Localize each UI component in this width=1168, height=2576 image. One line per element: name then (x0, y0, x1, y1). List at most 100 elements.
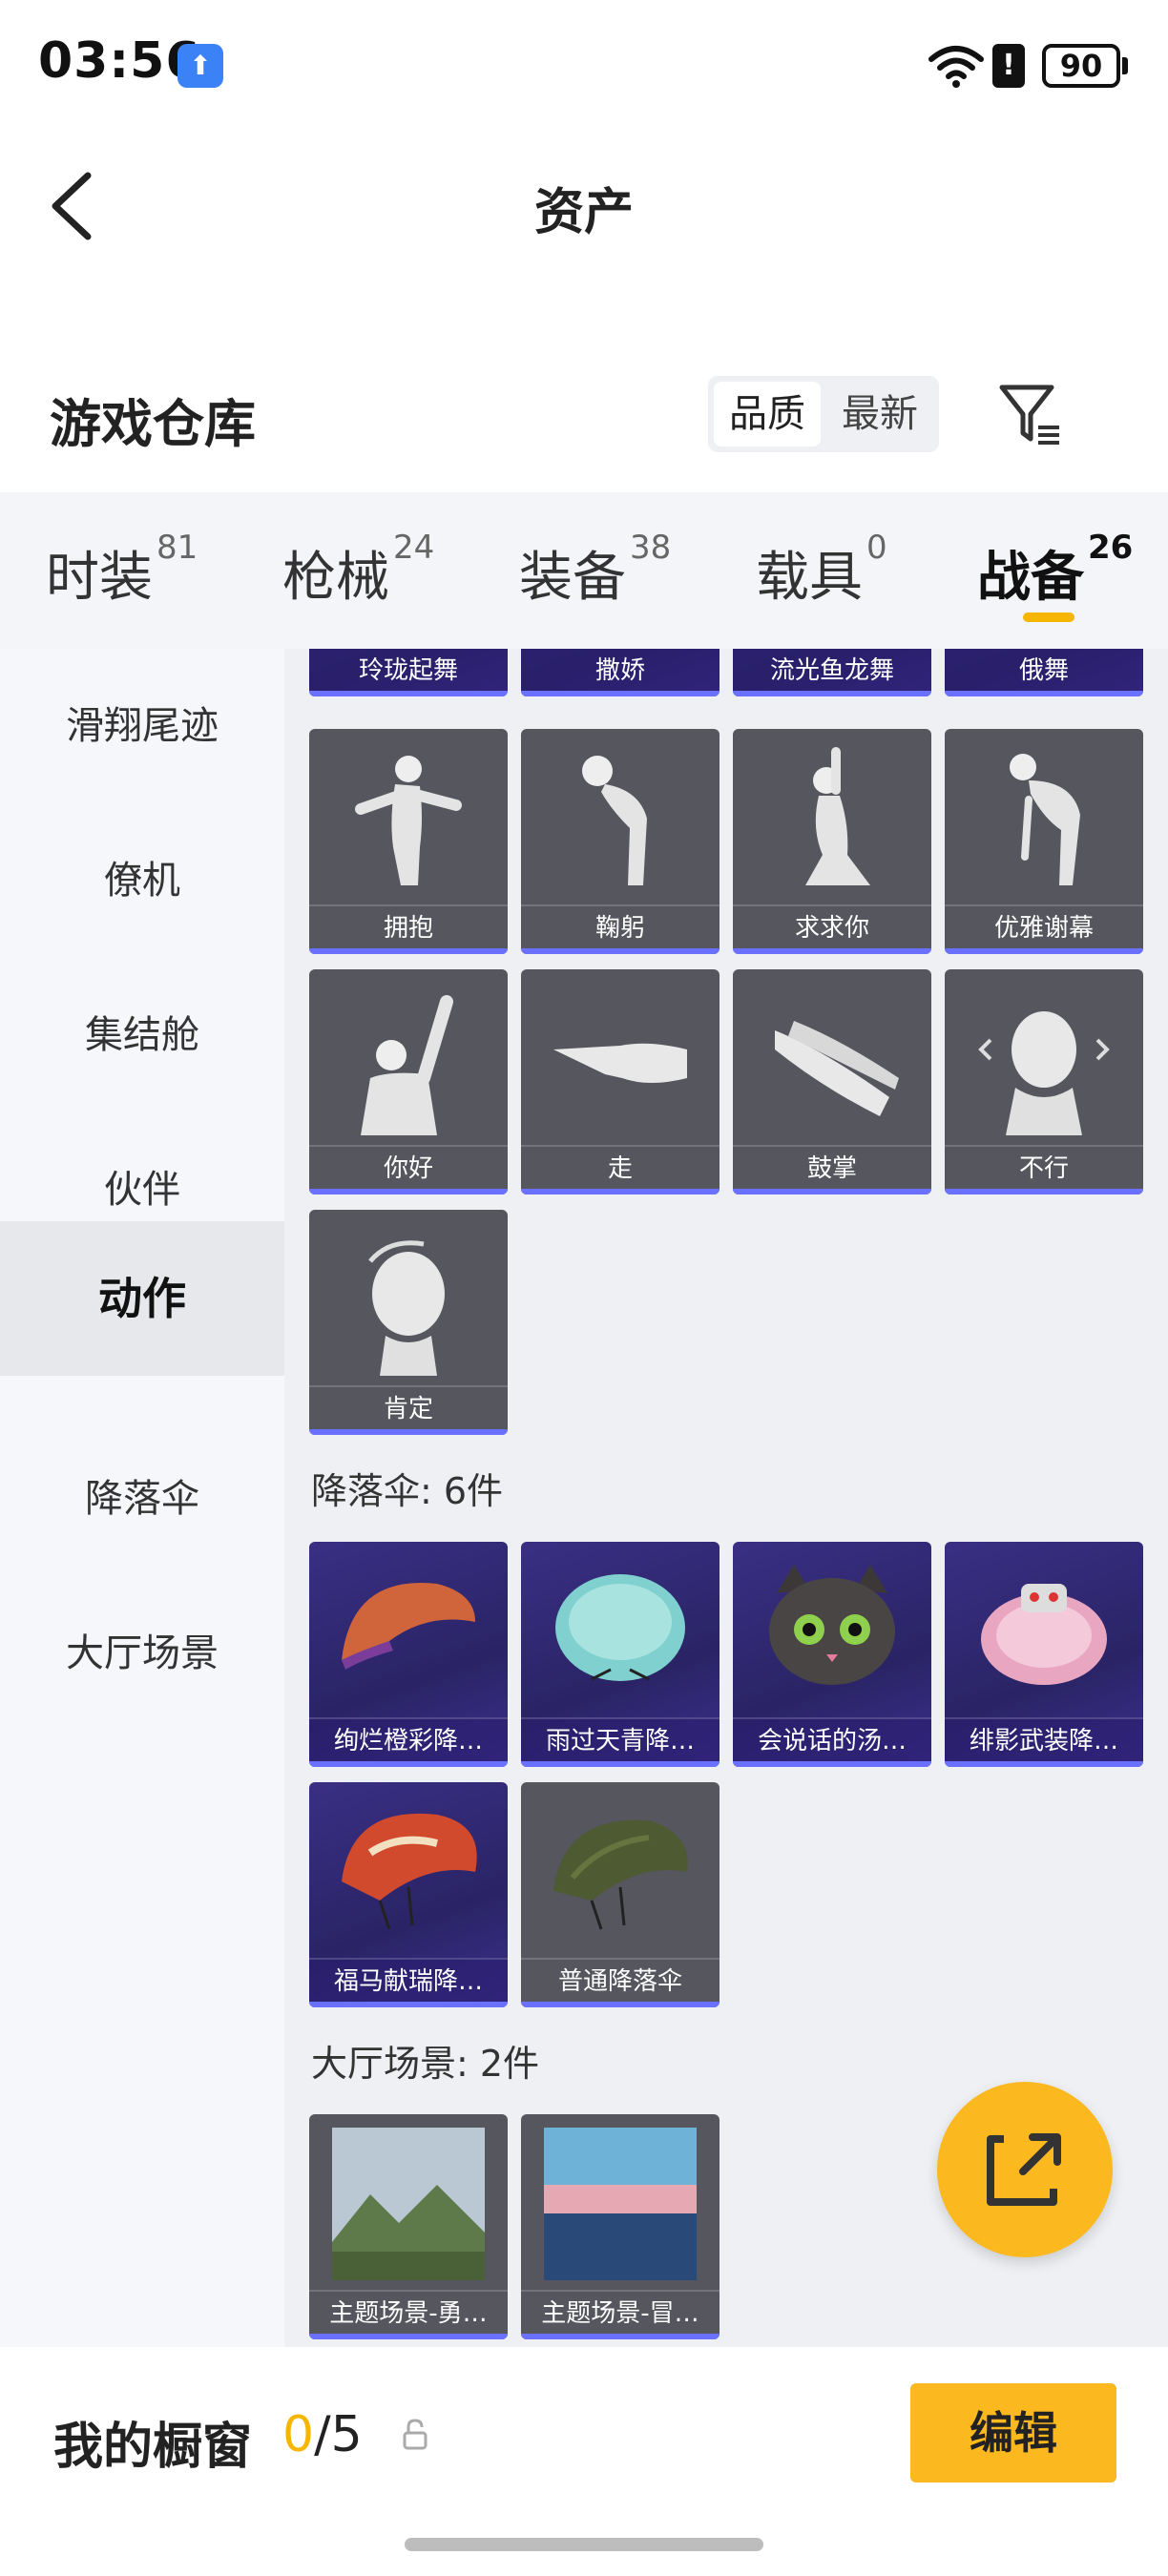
item-card-parachute[interactable]: 会说话的汤… (733, 1542, 931, 1767)
item-label: 主题场景-冒… (521, 2290, 720, 2334)
rarity-bar (521, 691, 720, 696)
item-label: 绚烂橙彩降… (309, 1717, 508, 1761)
lobby-section-title: 大厅场景: 2件 (311, 2043, 540, 2085)
item-card-hello[interactable]: 你好 (309, 969, 508, 1195)
item-card[interactable]: 撒娇 (521, 649, 720, 696)
rarity-bar (945, 691, 1143, 696)
rarity-bar (945, 948, 1143, 954)
showcase-count: 0/5 (282, 2406, 363, 2463)
tab-label: 战备 (977, 547, 1084, 609)
rarity-bar (733, 1761, 931, 1767)
item-card-lobby-scene[interactable]: 主题场景-冒… (521, 2114, 720, 2339)
tab-equipment[interactable]: 装备 38 (519, 529, 671, 612)
lock-icon (403, 2419, 428, 2450)
rarity-bar (733, 1189, 931, 1195)
sidebar-item-wingman[interactable]: 僚机 (0, 803, 284, 958)
item-card-lobby-scene[interactable]: 主题场景-勇… (309, 2114, 508, 2339)
sidebar-item-assembly-pod[interactable]: 集结舱 (0, 958, 284, 1112)
tab-fashion[interactable]: 时装 81 (46, 529, 198, 612)
item-card-parachute[interactable]: 普通降落伞 (521, 1782, 720, 2007)
rarity-bar (309, 2002, 508, 2007)
status-bar: 03:56 ⬆ ! 90 (0, 0, 1168, 134)
item-card-no[interactable]: 不行 (945, 969, 1143, 1195)
rarity-bar (521, 948, 720, 954)
orange-parachute-icon (342, 1583, 475, 1670)
item-label: 肯定 (309, 1385, 508, 1429)
item-card-parachute[interactable]: 福马献瑞降… (309, 1782, 508, 2007)
tab-label: 装备 (519, 547, 626, 609)
item-label: 你好 (309, 1145, 508, 1189)
rarity-bar (945, 1761, 1143, 1767)
celadon-parachute-icon (555, 1574, 685, 1681)
rarity-bar (521, 2002, 720, 2007)
horse-parachute-icon (342, 1813, 477, 1930)
item-card-parachute[interactable]: 绚烂橙彩降… (309, 1542, 508, 1767)
item-card[interactable]: 玲珑起舞 (309, 649, 508, 696)
tab-weapons[interactable]: 枪械 24 (282, 529, 434, 612)
sidebar-item-glide-trail[interactable]: 滑翔尾迹 (0, 649, 284, 803)
rarity-bar (945, 1189, 1143, 1195)
share-button[interactable] (937, 2082, 1113, 2257)
ocean-scene-thumbnail (544, 2128, 697, 2280)
item-card[interactable]: 流光鱼龙舞 (733, 649, 931, 696)
item-label: 鞠躬 (521, 904, 720, 948)
cat-parachute-icon (769, 1565, 895, 1685)
sort-quality-button[interactable]: 品质 (714, 382, 821, 447)
rarity-bar (309, 948, 508, 954)
kneel-figure-icon (805, 747, 870, 885)
item-card[interactable]: 俄舞 (945, 649, 1143, 696)
rarity-bar (309, 2334, 508, 2339)
item-label: 撒娇 (521, 649, 720, 691)
item-card-please[interactable]: 求求你 (733, 729, 931, 954)
tab-count: 81 (156, 529, 198, 567)
item-label: 绯影武装降… (945, 1717, 1143, 1761)
filter-icon[interactable] (996, 380, 1065, 448)
bow-figure-icon (582, 756, 647, 885)
alert-icon: ! (992, 44, 1025, 88)
warehouse-title: 游戏仓库 (50, 394, 256, 454)
item-label: 普通降落伞 (521, 1958, 720, 2002)
item-card-parachute[interactable]: 雨过天青降… (521, 1542, 720, 1767)
upload-icon: ⬆ (177, 44, 223, 88)
sort-latest-button[interactable]: 最新 (826, 382, 933, 447)
rarity-bar (521, 1761, 720, 1767)
item-card-walk[interactable]: 走 (521, 969, 720, 1195)
sidebar-item-parachute[interactable]: 降落伞 (0, 1422, 284, 1576)
standard-parachute-icon (553, 1819, 688, 1930)
item-card-bow[interactable]: 鞠躬 (521, 729, 720, 954)
item-card-curtain-call[interactable]: 优雅谢幕 (945, 729, 1143, 954)
item-card-nod[interactable]: 肯定 (309, 1210, 508, 1435)
status-time: 03:56 (38, 32, 201, 90)
tab-count: 0 (866, 529, 887, 567)
rarity-bar (309, 1761, 508, 1767)
rarity-bar (521, 2334, 720, 2339)
clapping-hands-icon (775, 1021, 899, 1116)
tab-label: 载具 (756, 547, 863, 609)
home-indicator (405, 2538, 763, 2551)
tab-combat-gear[interactable]: 战备 26 (977, 529, 1133, 612)
tab-vehicles[interactable]: 载具 0 (756, 529, 887, 612)
item-label: 雨过天青降… (521, 1717, 720, 1761)
edit-button[interactable]: 编辑 (910, 2383, 1116, 2483)
pink-armored-parachute-icon (981, 1584, 1107, 1685)
item-card-clap[interactable]: 鼓掌 (733, 969, 931, 1195)
active-tab-indicator (1023, 613, 1074, 622)
mountain-scene-thumbnail (332, 2128, 485, 2280)
wave-figure-icon (361, 995, 453, 1135)
item-label: 鼓掌 (733, 1145, 931, 1189)
item-label: 主题场景-勇… (309, 2290, 508, 2334)
item-label: 拥抱 (309, 904, 508, 948)
item-label: 俄舞 (945, 649, 1143, 691)
hug-figure-icon (355, 756, 462, 885)
tab-count: 26 (1088, 529, 1134, 567)
showcase-total: /5 (314, 2406, 363, 2463)
rarity-bar (309, 1429, 508, 1435)
sidebar-item-lobby-scene[interactable]: 大厅场景 (0, 1576, 284, 1731)
sidebar-item-actions[interactable]: 动作 (0, 1221, 284, 1376)
external-link-icon (987, 2133, 1061, 2206)
item-label: 会说话的汤… (733, 1717, 931, 1761)
tab-count: 38 (630, 529, 672, 567)
battery-indicator: 90 (1042, 44, 1120, 88)
item-card-parachute[interactable]: 绯影武装降… (945, 1542, 1143, 1767)
item-card-hug[interactable]: 拥抱 (309, 729, 508, 954)
